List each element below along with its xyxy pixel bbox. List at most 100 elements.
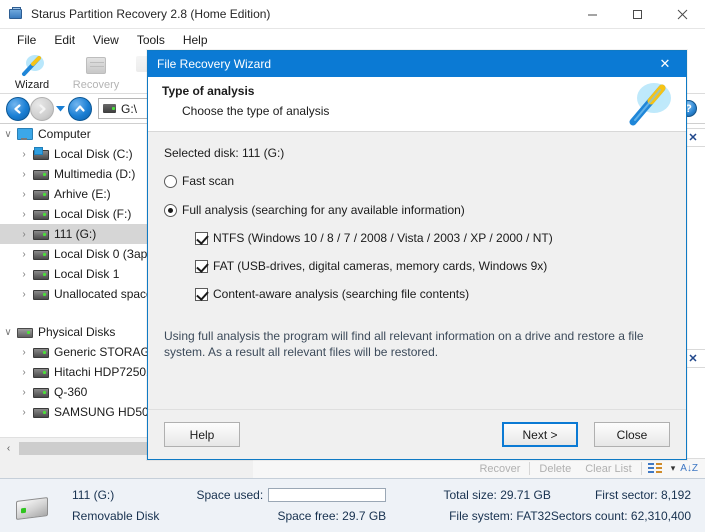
physical-disk-icon bbox=[16, 324, 33, 340]
app-icon bbox=[8, 6, 24, 22]
status-space-used-row: Space used: bbox=[196, 485, 387, 506]
toolbar-button-recovery[interactable]: Recovery bbox=[64, 52, 128, 94]
computer-icon bbox=[16, 126, 33, 142]
checkbox-ntfs[interactable]: NTFS (Windows 10 / 8 / 7 / 2008 / Vista … bbox=[195, 231, 670, 246]
checkbox-content-aware[interactable]: Content-aware analysis (searching file c… bbox=[195, 287, 670, 302]
checkbox-fat[interactable]: FAT (USB-drives, digital cameras, memory… bbox=[195, 259, 670, 274]
dialog-title-bar: File Recovery Wizard ✕ bbox=[148, 51, 686, 77]
tree-item-label: Local Disk 0 (Зарез bbox=[54, 247, 160, 261]
hdd-icon bbox=[32, 246, 49, 262]
divider bbox=[529, 462, 531, 475]
chevron-down-icon[interactable]: ▾ bbox=[666, 463, 681, 474]
title-bar: Starus Partition Recovery 2.8 (Home Edit… bbox=[0, 0, 705, 29]
divider bbox=[640, 462, 642, 475]
window-controls bbox=[570, 0, 705, 29]
space-used-progressbar bbox=[268, 488, 387, 502]
expander-icon[interactable]: ∨ bbox=[0, 124, 16, 144]
removable-disk-icon bbox=[0, 479, 60, 532]
back-arrow-icon[interactable] bbox=[6, 96, 30, 121]
status-disk-name: 111 (G:) bbox=[72, 488, 115, 502]
hdd-icon bbox=[32, 226, 49, 242]
status-disk-info: 111 (G:) Removable Disk bbox=[60, 479, 196, 532]
hdd-icon bbox=[32, 384, 49, 400]
tree-item-label: Q-360 bbox=[54, 385, 88, 399]
grid-view-icon[interactable] bbox=[647, 462, 663, 476]
radio-icon[interactable] bbox=[164, 175, 177, 188]
radio-option-full-analysis[interactable]: Full analysis (searching for any availab… bbox=[164, 203, 670, 218]
dialog-footer: Help Next > Close bbox=[148, 409, 686, 459]
radio-option-fast-scan[interactable]: Fast scan bbox=[164, 174, 670, 189]
status-first-sector: First sector: 8,192 bbox=[594, 488, 691, 502]
dialog-close-action-button[interactable]: Close bbox=[594, 422, 670, 447]
minimize-button[interactable] bbox=[570, 0, 615, 29]
expander-icon[interactable]: › bbox=[16, 402, 32, 422]
clear-list-button[interactable]: Clear List bbox=[578, 463, 638, 475]
status-file-system: File system: FAT32 bbox=[449, 509, 551, 523]
tree-item-label: 111 (G:) bbox=[54, 227, 97, 241]
expander-icon[interactable]: › bbox=[16, 264, 32, 284]
address-path: G:\ bbox=[121, 101, 138, 116]
expander-icon[interactable]: › bbox=[16, 244, 32, 264]
expander-icon[interactable]: › bbox=[16, 204, 32, 224]
dialog-close-button[interactable]: ✕ bbox=[644, 51, 686, 77]
next-button[interactable]: Next > bbox=[502, 422, 578, 447]
status-sector-info: First sector: 8,192 Sectors count: 62,31… bbox=[551, 479, 705, 532]
sort-az-icon[interactable]: A↓Z bbox=[680, 463, 701, 474]
scroll-left-arrow-icon[interactable]: ‹ bbox=[0, 438, 17, 458]
magic-wand-icon bbox=[624, 81, 672, 127]
chevron-down-icon[interactable] bbox=[54, 105, 66, 112]
hdd-icon bbox=[32, 364, 49, 380]
toolbar-button-wizard[interactable]: Wizard bbox=[0, 52, 64, 94]
maximize-button[interactable] bbox=[615, 0, 660, 29]
radio-icon[interactable] bbox=[164, 204, 177, 217]
window-title: Starus Partition Recovery 2.8 (Home Edit… bbox=[31, 7, 271, 21]
dialog-header-subtitle: Choose the type of analysis bbox=[182, 104, 330, 118]
menu-item-view[interactable]: View bbox=[84, 31, 128, 49]
expander-icon[interactable]: › bbox=[16, 382, 32, 402]
hdd-icon bbox=[32, 206, 49, 222]
tree-item-label: Hitachi HDP725016 bbox=[54, 365, 160, 379]
tree-item-label: Multimedia (D:) bbox=[54, 167, 136, 181]
menu-item-edit[interactable]: Edit bbox=[45, 31, 84, 49]
menu-item-help[interactable]: Help bbox=[174, 31, 217, 49]
forward-arrow-icon[interactable] bbox=[30, 96, 54, 121]
tree-item-label: Local Disk 1 bbox=[54, 267, 120, 281]
status-disk-type: Removable Disk bbox=[72, 509, 160, 523]
hdd-icon bbox=[32, 344, 49, 360]
up-arrow-icon[interactable] bbox=[68, 96, 92, 121]
expander-icon[interactable]: ∨ bbox=[0, 322, 16, 342]
toolbar-label-wizard: Wizard bbox=[14, 79, 50, 91]
dialog-body: Selected disk: 111 (G:) Fast scan Full a… bbox=[148, 132, 686, 409]
menu-item-file[interactable]: File bbox=[8, 31, 45, 49]
dialog-header: Type of analysis Choose the type of anal… bbox=[148, 77, 686, 132]
checkbox-icon[interactable] bbox=[195, 288, 208, 301]
menu-item-tools[interactable]: Tools bbox=[128, 31, 174, 49]
checkbox-icon[interactable] bbox=[195, 232, 208, 245]
expander-icon[interactable]: › bbox=[16, 184, 32, 204]
tree-item-label: Arhive (E:) bbox=[54, 187, 111, 201]
magic-wand-icon bbox=[19, 54, 45, 78]
expander-icon[interactable]: › bbox=[16, 362, 32, 382]
status-size-info: Total size: 29.71 GB File system: FAT32 bbox=[386, 479, 551, 532]
recovery-disk-icon bbox=[83, 54, 109, 78]
expander-icon[interactable]: › bbox=[16, 342, 32, 362]
tree-group-label: Physical Disks bbox=[38, 325, 116, 339]
checkbox-label: FAT (USB-drives, digital cameras, memory… bbox=[213, 259, 548, 273]
expander-icon[interactable]: › bbox=[16, 284, 32, 304]
recover-button[interactable]: Recover bbox=[472, 463, 527, 475]
hdd-icon bbox=[32, 266, 49, 282]
expander-icon[interactable]: › bbox=[16, 224, 32, 244]
status-space-free: Space free: 29.7 GB bbox=[277, 509, 387, 523]
delete-button[interactable]: Delete bbox=[532, 463, 578, 475]
expander-icon[interactable]: › bbox=[16, 144, 32, 164]
expander-icon[interactable]: › bbox=[16, 164, 32, 184]
help-button[interactable]: Help bbox=[164, 422, 240, 447]
application-window: Starus Partition Recovery 2.8 (Home Edit… bbox=[0, 0, 705, 532]
hdd-icon bbox=[32, 404, 49, 420]
checkbox-icon[interactable] bbox=[195, 260, 208, 273]
results-command-strip: Recover Delete Clear List ▾ A↓Z bbox=[253, 458, 705, 478]
tree-item-label: Local Disk (F:) bbox=[54, 207, 132, 221]
radio-label: Fast scan bbox=[182, 174, 235, 188]
close-button[interactable] bbox=[660, 0, 705, 29]
file-recovery-wizard-dialog: File Recovery Wizard ✕ Type of analysis … bbox=[147, 50, 687, 460]
